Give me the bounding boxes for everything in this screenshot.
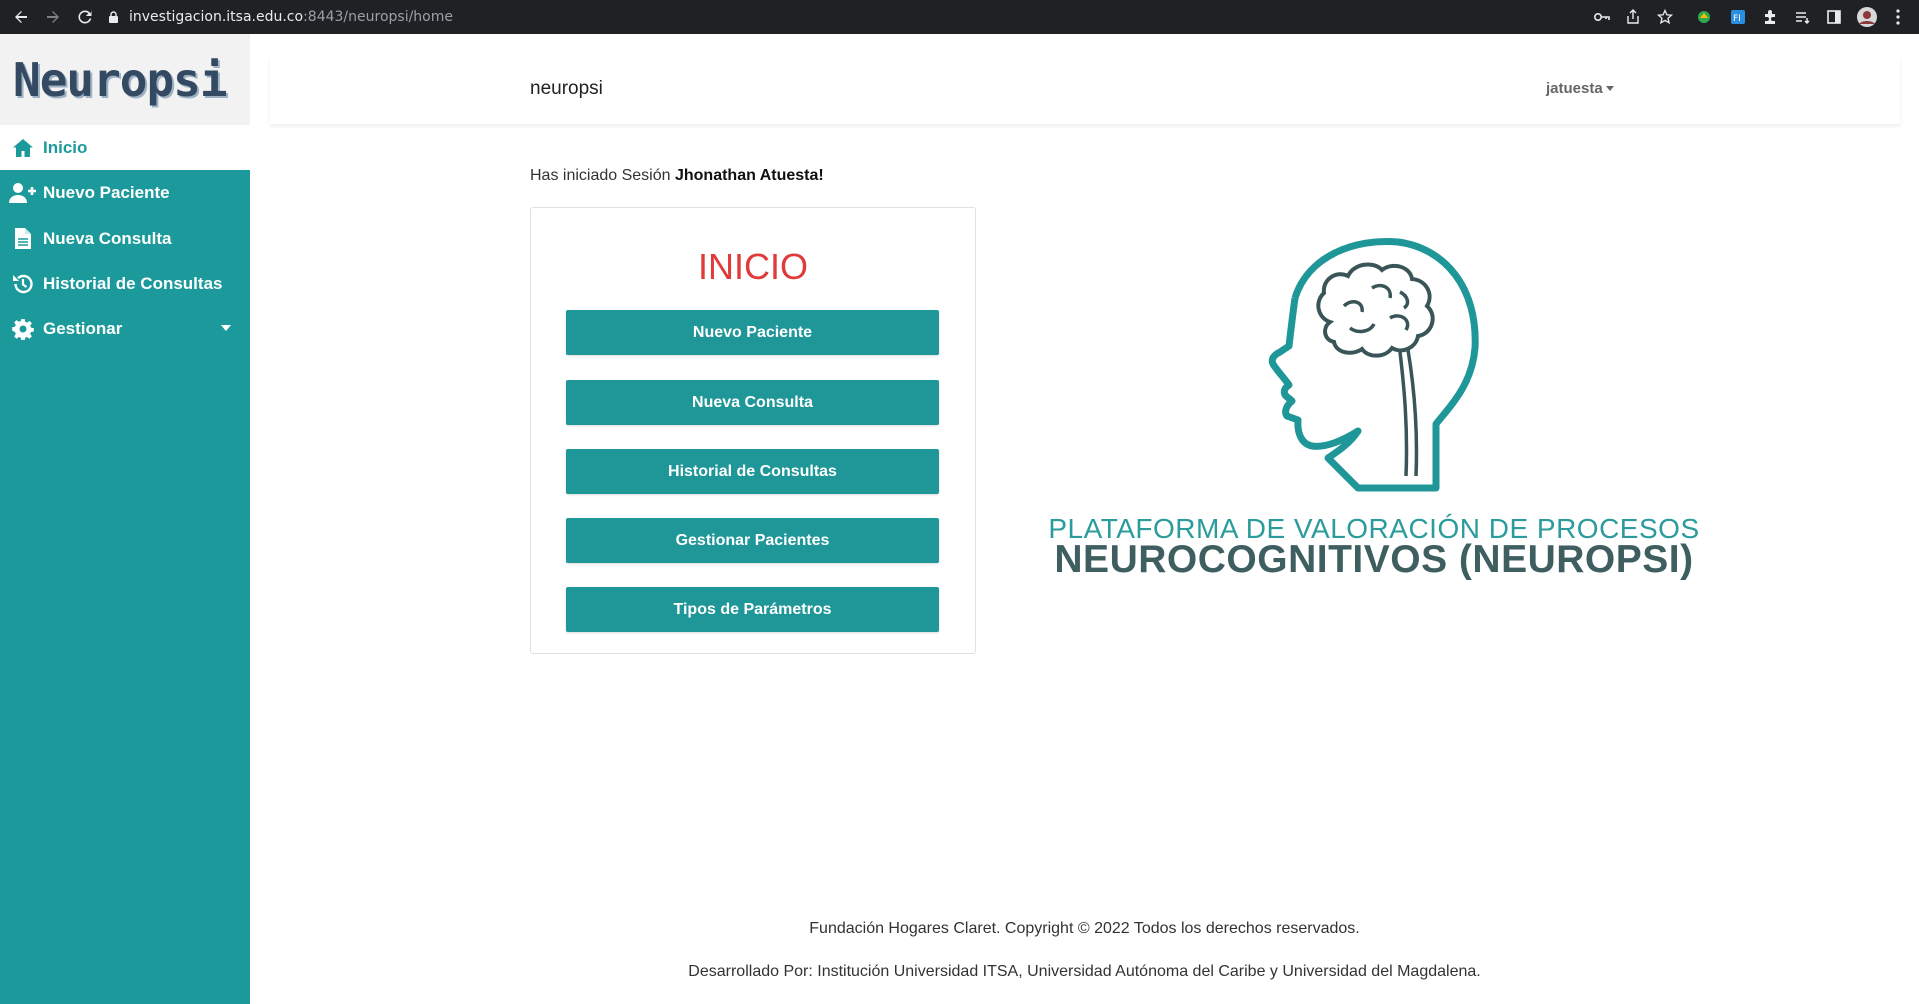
sidebar-item-label: Nuevo Paciente — [43, 182, 170, 202]
star-icon[interactable] — [1653, 5, 1677, 29]
nuevo-paciente-button[interactable]: Nuevo Paciente — [566, 310, 939, 355]
sidebar-item-historial[interactable]: Historial de Consultas — [0, 261, 250, 306]
sidebar-item-inicio[interactable]: Inicio — [0, 125, 250, 170]
profile-avatar-icon[interactable] — [1855, 5, 1879, 29]
user-menu-label: jatuesta — [1546, 80, 1603, 97]
brain-head-logo — [1240, 236, 1480, 496]
back-icon[interactable] — [8, 4, 34, 30]
sidebar-item-label: Historial de Consultas — [43, 273, 223, 293]
sidebar-item-nuevo-paciente[interactable]: Nuevo Paciente — [0, 170, 250, 215]
session-prefix: Has iniciado Sesión — [530, 167, 671, 184]
footer-developers: Desarrollado Por: Institución Universida… — [688, 963, 1481, 980]
sidebar: Neuropsi Inicio Nuevo Paciente Nueva Con… — [0, 34, 250, 1004]
footer-copyright: Fundación Hogares Claret. Copyright © 20… — [809, 920, 1360, 937]
menu-kebab-icon[interactable] — [1886, 5, 1910, 29]
url-path: :8443/neuropsi/home — [303, 9, 453, 25]
logo[interactable]: Neuropsi — [0, 34, 250, 125]
sidebar-item-label: Inicio — [43, 137, 88, 157]
side-panel-icon[interactable] — [1822, 5, 1846, 29]
navbar-brand[interactable]: neuropsi — [530, 78, 603, 100]
session-message: Has iniciado Sesión Jhonathan Atuesta! — [530, 167, 824, 185]
user-menu[interactable]: jatuesta — [1546, 80, 1614, 97]
forward-icon[interactable] — [40, 4, 66, 30]
top-navbar: neuropsi jatuesta — [270, 58, 1900, 124]
sidebar-item-label: Gestionar — [43, 318, 123, 338]
document-icon — [9, 225, 37, 253]
historial-consultas-button[interactable]: Historial de Consultas — [566, 449, 939, 494]
caret-down-icon — [1605, 86, 1614, 91]
lock-icon — [108, 10, 119, 24]
tipos-parametros-button[interactable]: Tipos de Parámetros — [566, 587, 939, 632]
sidebar-item-gestionar[interactable]: Gestionar — [0, 306, 250, 351]
sidebar-item-label: Nueva Consulta — [43, 228, 172, 248]
logo-text: Neuropsi — [13, 52, 228, 107]
browser-toolbar: investigacion.itsa.edu.co:8443/neuropsi/… — [0, 0, 1919, 34]
reading-list-icon[interactable] — [1790, 5, 1814, 29]
sidebar-item-nueva-consulta[interactable]: Nueva Consulta — [0, 216, 250, 261]
session-username: Jhonathan Atuesta! — [674, 167, 824, 184]
address-bar[interactable]: investigacion.itsa.edu.co:8443/neuropsi/… — [108, 4, 1568, 30]
share-icon[interactable] — [1621, 5, 1645, 29]
reload-icon[interactable] — [72, 4, 98, 30]
nueva-consulta-button[interactable]: Nueva Consulta — [566, 380, 939, 425]
history-icon — [9, 270, 37, 298]
extension-green-icon[interactable] — [1692, 5, 1716, 29]
puzzle-icon[interactable] — [1758, 5, 1782, 29]
extension-blue-icon[interactable]: FI — [1726, 5, 1750, 29]
svg-text:FI: FI — [1733, 14, 1741, 24]
home-icon — [9, 134, 37, 162]
url-host: investigacion.itsa.edu.co — [129, 9, 304, 25]
gestionar-pacientes-button[interactable]: Gestionar Pacientes — [566, 518, 939, 563]
chevron-down-icon — [221, 325, 231, 331]
card-title: INICIO — [697, 246, 808, 287]
platform-title-line2: NEUROCOGNITIVOS (NEUROPSI) — [1054, 538, 1694, 581]
inicio-card: INICIO Nuevo Paciente Nueva Consulta His… — [530, 207, 976, 654]
gear-icon — [9, 315, 37, 343]
key-icon[interactable] — [1590, 5, 1614, 29]
user-plus-icon — [9, 179, 37, 207]
